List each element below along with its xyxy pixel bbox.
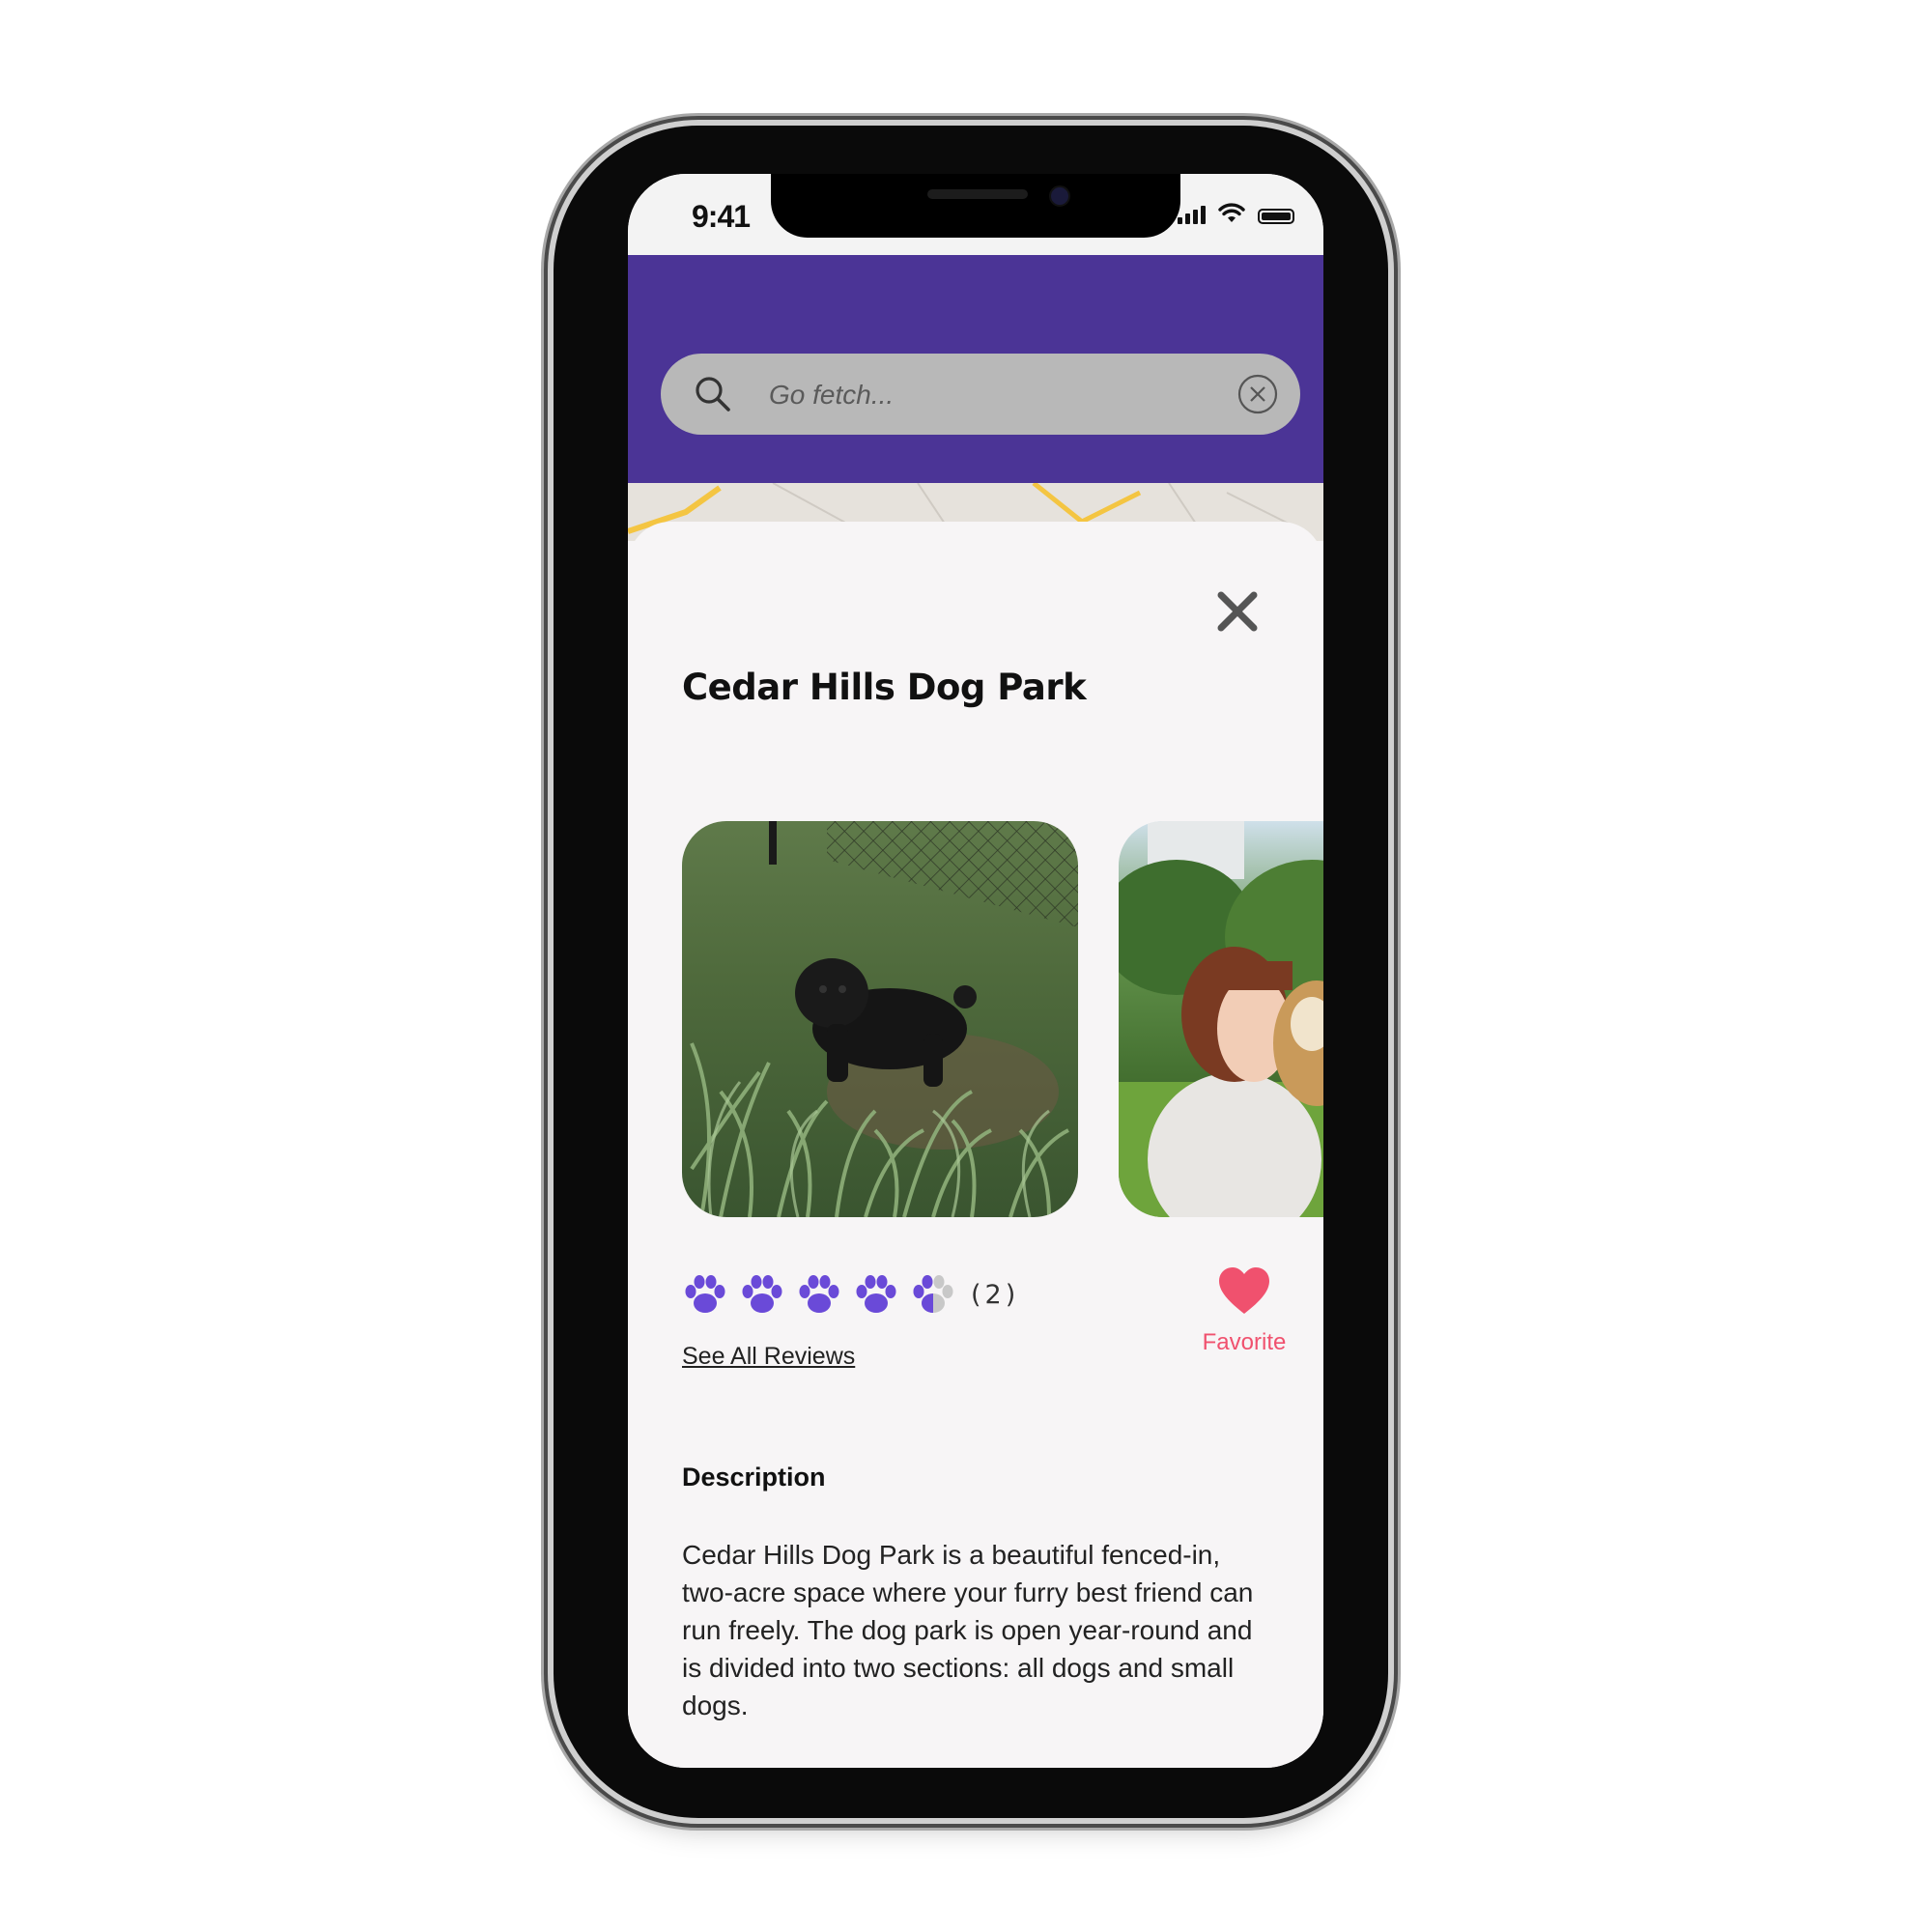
paw-half-icon [913, 1275, 953, 1313]
search-icon [696, 377, 730, 412]
paw-icon [799, 1275, 839, 1313]
review-count: (2) [971, 1279, 1020, 1310]
park-title: Cedar Hills Dog Park [682, 667, 1087, 708]
paw-rating: (2) [682, 1271, 1019, 1318]
park-photo-woman-dog[interactable] [1119, 821, 1323, 1217]
power-button [1387, 512, 1396, 705]
description-text: Cedar Hills Dog Park is a beautiful fenc… [682, 1540, 1254, 1720]
paw-icon [856, 1275, 896, 1313]
search-bar[interactable] [661, 354, 1300, 435]
search-input[interactable] [767, 367, 1215, 423]
app-header [628, 255, 1323, 483]
earpiece-speaker [927, 189, 1028, 199]
wifi-icon [1218, 203, 1245, 222]
status-time: 9:41 [692, 199, 751, 234]
favorite-button[interactable]: Favorite [1198, 1265, 1291, 1356]
heart-icon [1219, 1267, 1269, 1314]
park-detail-sheet: Cedar Hills Dog Park (2) See All Reviews… [628, 522, 1323, 1768]
status-bar: 9:41 [628, 174, 1323, 255]
notch [771, 174, 1180, 238]
battery-icon [1258, 209, 1294, 224]
paw-icon [742, 1275, 782, 1313]
see-all-reviews-link[interactable]: See All Reviews [682, 1343, 855, 1371]
signal-icon [1178, 206, 1206, 224]
paw-icon [685, 1275, 725, 1313]
close-icon[interactable] [1215, 589, 1260, 634]
favorite-label: Favorite [1202, 1329, 1287, 1355]
park-photo-pug[interactable] [682, 821, 1078, 1217]
clear-circle-icon[interactable] [1236, 373, 1279, 415]
description-heading: Description [682, 1463, 826, 1492]
phone-screen: 9:41 Go fetch... Cedar Hills Dog Park (2… [628, 174, 1323, 1768]
front-camera [1049, 185, 1070, 207]
status-icons [1178, 203, 1294, 224]
